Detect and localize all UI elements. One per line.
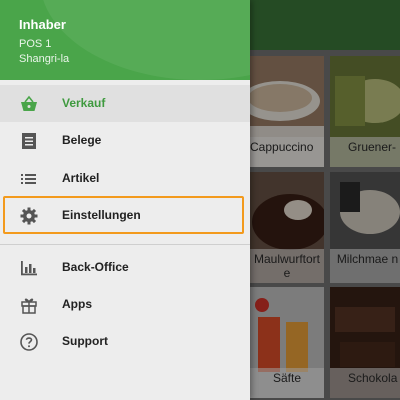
nav-item-verkauf[interactable]: Verkauf [0,85,250,122]
bar-chart-icon [19,258,39,278]
nav-item-label: Verkauf [62,96,106,110]
help-icon [19,332,39,352]
nav-item-label: Artikel [62,171,100,185]
nav-item-label: Back-Office [62,260,129,274]
account-name: Inhaber [19,17,66,32]
drawer-header: Inhaber POS 1 Shangri-la [0,0,250,80]
nav-item-label: Support [62,334,108,348]
header-decoration [40,0,250,80]
apps-icon [19,295,39,315]
divider [0,244,250,245]
list-icon [19,169,39,189]
receipt-icon [19,131,39,151]
store-name: Shangri-la [19,53,70,65]
nav-item-support[interactable]: Support [0,323,250,360]
navigation-drawer: Inhaber POS 1 Shangri-la Verkauf Belege [0,0,250,400]
nav-item-belege[interactable]: Belege [0,122,250,159]
highlight-frame [3,196,244,234]
nav-item-apps[interactable]: Apps [0,286,250,323]
nav-item-label: Belege [62,133,102,147]
pos-name: POS 1 [19,38,52,50]
basket-icon [19,94,39,114]
nav-item-back-office[interactable]: Back-Office [0,249,250,286]
nav-item-label: Apps [62,297,92,311]
scrim-overlay[interactable] [250,0,400,400]
nav-item-artikel[interactable]: Artikel [0,160,250,197]
